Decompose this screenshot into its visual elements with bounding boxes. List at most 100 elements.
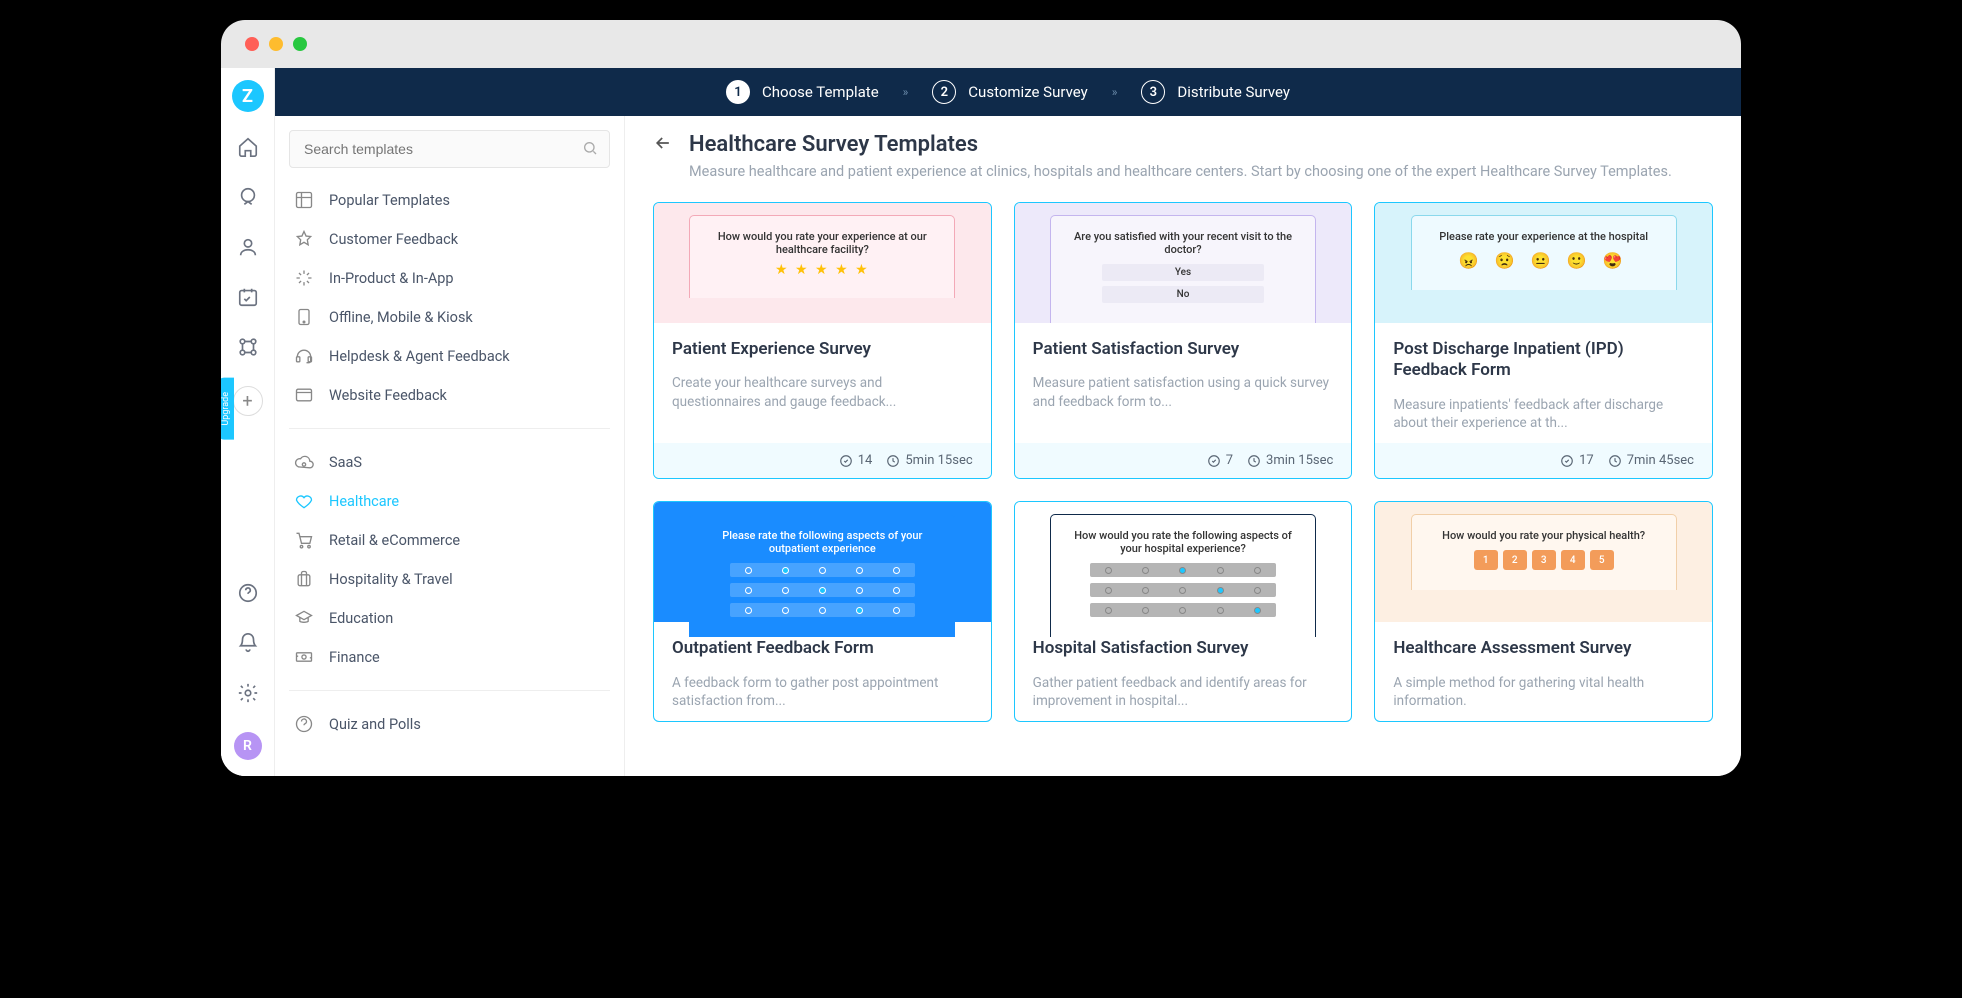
category-label: SaaS [329, 454, 362, 471]
home-icon[interactable] [237, 136, 259, 162]
page-title: Healthcare Survey Templates [689, 132, 978, 157]
card-footer: 14 5min 15sec [654, 443, 991, 478]
card-description: Measure patient satisfaction using a qui… [1033, 374, 1334, 412]
duration: 7min 45sec [1608, 453, 1694, 468]
template-cards-grid: How would you rate your experience at ou… [653, 202, 1713, 722]
preview-prompt: How would you rate your physical health? [1428, 529, 1660, 542]
sparkle-icon [293, 268, 315, 288]
template-card[interactable]: Please rate the following aspects of you… [653, 501, 992, 722]
notifications-icon[interactable] [237, 632, 259, 658]
card-title: Healthcare Assessment Survey [1393, 638, 1694, 659]
card-body: Post Discharge Inpatient (IPD) Feedback … [1375, 323, 1712, 443]
category-retail-ecommerce[interactable]: Retail & eCommerce [289, 522, 610, 558]
calendar-icon[interactable] [237, 286, 259, 312]
category-sidebar: Popular Templates Customer Feedback In-Pro… [275, 116, 625, 776]
step-2[interactable]: 2 Customize Survey [932, 80, 1087, 104]
cloud-icon [293, 452, 315, 472]
duration: 5min 15sec [886, 453, 972, 468]
template-card[interactable]: Please rate your experience at the hospi… [1374, 202, 1713, 479]
category-healthcare[interactable]: Healthcare [289, 483, 610, 519]
app-root: Z + Upgrade R 1 Choose Template » [221, 68, 1741, 776]
card-title: Post Discharge Inpatient (IPD) Feedback … [1393, 339, 1694, 382]
category-customer-feedback[interactable]: Customer Feedback [289, 221, 610, 257]
window-minimize-dot[interactable] [269, 37, 283, 51]
card-preview: How would you rate your physical health?… [1375, 502, 1712, 622]
category-hospitality-travel[interactable]: Hospitality & Travel [289, 561, 610, 597]
template-card[interactable]: How would you rate your physical health?… [1374, 501, 1713, 722]
category-saas[interactable]: SaaS [289, 444, 610, 480]
step-1[interactable]: 1 Choose Template [726, 80, 879, 104]
category-offline-mobile-kiosk[interactable]: Offline, Mobile & Kiosk [289, 299, 610, 335]
user-avatar[interactable]: R [234, 732, 262, 760]
step-1-label: Choose Template [762, 83, 879, 101]
category-label: Hospitality & Travel [329, 571, 453, 588]
category-website-feedback[interactable]: Website Feedback [289, 377, 610, 413]
category-quiz-and-polls[interactable]: Quiz and Polls [289, 706, 610, 742]
category-label: Retail & eCommerce [329, 532, 460, 549]
feedback-icon[interactable] [237, 186, 259, 212]
icon-rail: Z + Upgrade R [221, 68, 275, 776]
category-label: Healthcare [329, 493, 399, 510]
heart-icon [293, 491, 315, 511]
back-arrow-icon[interactable] [653, 133, 673, 157]
card-preview: Please rate your experience at the hospi… [1375, 203, 1712, 323]
grad-icon [293, 608, 315, 628]
category-list: Popular Templates Customer Feedback In-Pro… [289, 182, 610, 742]
category-in-product-in-app[interactable]: In-Product & In-App [289, 260, 610, 296]
preview-prompt: Please rate your experience at the hospi… [1428, 230, 1660, 243]
card-body: Healthcare Assessment Survey A simple met… [1375, 622, 1712, 721]
search-input[interactable] [289, 130, 610, 168]
help-icon[interactable] [237, 582, 259, 608]
category-label: Quiz and Polls [329, 716, 421, 733]
stepper: 1 Choose Template » 2 Customize Survey »… [275, 68, 1741, 116]
step-3[interactable]: 3 Distribute Survey [1141, 80, 1290, 104]
card-body: Outpatient Feedback FormA feedback form … [654, 622, 991, 721]
card-body: Hospital Satisfaction SurveyGather patie… [1015, 622, 1352, 721]
user-icon[interactable] [237, 236, 259, 262]
upgrade-tab[interactable]: Upgrade [221, 378, 234, 440]
step-3-label: Distribute Survey [1177, 83, 1290, 101]
card-preview: How would you rate the following aspects… [1015, 502, 1352, 622]
workflow-icon[interactable] [237, 336, 259, 362]
category-helpdesk-agent-feedback[interactable]: Helpdesk & Agent Feedback [289, 338, 610, 374]
add-button[interactable]: + [233, 386, 263, 416]
window-close-dot[interactable] [245, 37, 259, 51]
duration: 3min 15sec [1247, 453, 1333, 468]
quiz-icon [293, 714, 315, 734]
page: Healthcare Survey Templates Measure heal… [625, 116, 1741, 776]
card-title: Outpatient Feedback Form [672, 638, 973, 659]
card-description: Create your healthcare surveys and quest… [672, 374, 973, 412]
step-sep: » [903, 85, 909, 99]
device-frame: Z + Upgrade R 1 Choose Template » [221, 20, 1741, 776]
category-label: In-Product & In-App [329, 270, 454, 287]
card-title: Patient Satisfaction Survey [1033, 339, 1334, 360]
search-icon [582, 140, 598, 160]
category-education[interactable]: Education [289, 600, 610, 636]
card-description: Gather patient feedback and identify are… [1033, 674, 1334, 712]
main-area: 1 Choose Template » 2 Customize Survey »… [275, 68, 1741, 776]
card-body: Patient Satisfaction Survey Measure patie… [1015, 323, 1352, 443]
template-card[interactable]: How would you rate the following aspects… [1014, 501, 1353, 722]
card-description: Measure inpatients' feedback after disch… [1393, 396, 1694, 434]
brand-logo[interactable]: Z [232, 80, 264, 112]
settings-icon[interactable] [237, 682, 259, 708]
category-finance[interactable]: Finance [289, 639, 610, 675]
category-label: Education [329, 610, 393, 627]
step-sep: » [1112, 85, 1118, 99]
category-label: Customer Feedback [329, 231, 458, 248]
category-label: Website Feedback [329, 387, 447, 404]
grid-icon [293, 190, 315, 210]
window-maximize-dot[interactable] [293, 37, 307, 51]
category-popular-templates[interactable]: Popular Templates [289, 182, 610, 218]
question-count: 17 [1560, 453, 1594, 468]
card-description: A simple method for gathering vital heal… [1393, 674, 1694, 712]
card-body: Patient Experience SurveyCreate your hea… [654, 323, 991, 443]
preview-prompt: How would you rate the following aspects… [1067, 529, 1299, 555]
question-count: 14 [839, 453, 873, 468]
titlebar [221, 20, 1741, 68]
headset-icon [293, 346, 315, 366]
template-card[interactable]: Are you satisfied with your recent visit… [1014, 202, 1353, 479]
category-label: Popular Templates [329, 192, 450, 209]
template-card[interactable]: How would you rate your experience at ou… [653, 202, 992, 479]
step-2-num: 2 [932, 80, 956, 104]
